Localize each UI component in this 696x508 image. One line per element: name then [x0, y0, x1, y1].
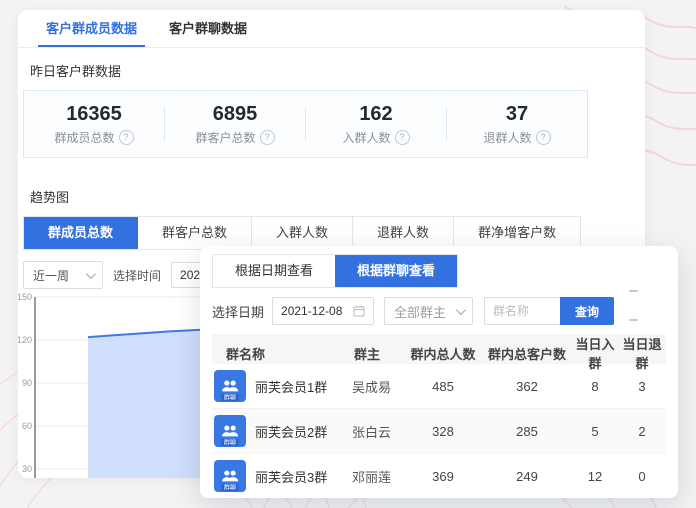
trend-tab-total-members[interactable]: 群成员总数 [24, 217, 139, 249]
group-owner: 张白云 [352, 424, 392, 440]
help-icon[interactable]: ? [394, 130, 410, 145]
joined-today: 5 [591, 423, 599, 439]
svg-text:90: 90 [22, 378, 32, 388]
left-today: 3 [638, 378, 646, 394]
yesterday-stats-box: 16365 群成员总数? 6895 群客户总数? 162 入群人数? 37 退群… [23, 90, 588, 158]
svg-text:60: 60 [22, 421, 32, 431]
panel-tab-by-date[interactable]: 根据日期查看 [213, 255, 335, 287]
group-chat-icon: 群聊 [214, 370, 246, 402]
main-tabbar: 客户群成员数据 客户群聊数据 [18, 10, 645, 48]
stat-value: 6895 [212, 103, 258, 125]
owner-select-value: 全部群主 [394, 304, 447, 320]
group-name-input[interactable] [484, 297, 561, 325]
panel-scrollbar[interactable] [629, 290, 638, 321]
col-total-customers: 群内总客户数 [487, 346, 566, 362]
col-owner: 群主 [354, 346, 381, 362]
help-icon[interactable]: ? [259, 130, 275, 145]
col-total-members: 群内总人数 [410, 346, 476, 362]
help-icon[interactable]: ? [118, 130, 134, 145]
col-left-today: 当日退群 [622, 337, 662, 371]
stat-label: 入群人数 [342, 131, 391, 145]
group-owner: 吴成易 [352, 379, 392, 395]
total-customers: 249 [516, 468, 538, 484]
col-joined-today: 当日入群 [575, 337, 615, 371]
total-customers: 285 [516, 423, 538, 439]
total-members: 485 [432, 378, 454, 394]
stat-total-customers: 6895 群客户总数? [165, 102, 305, 146]
group-badge: 群聊 [221, 393, 239, 402]
time-range-value: 近一周 [33, 268, 70, 283]
total-members: 328 [432, 423, 454, 439]
group-name: 丽芙会员2群 [255, 424, 328, 440]
stat-left: 37 退群人数? [447, 102, 587, 146]
search-button[interactable]: 查询 [560, 297, 615, 325]
joined-today: 8 [591, 378, 599, 394]
chevron-down-icon [455, 304, 466, 315]
panel-filter-row: 选择日期 2021-12-08 全部群主 查询 [212, 297, 666, 325]
calendar-icon [353, 305, 365, 317]
date-picker-input[interactable]: 2021-12-08 [272, 297, 375, 325]
left-today: 0 [638, 468, 646, 484]
stat-joined: 162 入群人数? [306, 102, 446, 146]
group-badge: 群聊 [221, 438, 239, 447]
trend-tab-net-growth[interactable]: 群净增客户数 [454, 217, 580, 249]
stat-total-members: 16365 群成员总数? [24, 102, 164, 146]
help-icon[interactable]: ? [535, 130, 551, 145]
stat-label: 群客户总数 [195, 131, 256, 145]
stat-label: 退群人数 [483, 131, 532, 145]
trend-metric-tabs: 群成员总数 群客户总数 入群人数 退群人数 群净增客户数 [23, 216, 582, 250]
panel-tab-by-group[interactable]: 根据群聊查看 [335, 255, 458, 287]
group-table: 群名称 群主 群内总人数 群内总客户数 当日入群 当日退群 群聊 丽芙会员1群 … [212, 334, 666, 498]
group-owner-select[interactable]: 全部群主 [384, 297, 474, 325]
time-picker-label: 选择时间 [113, 268, 162, 283]
chevron-down-icon [85, 268, 96, 279]
tab-group-member-data[interactable]: 客户群成员数据 [30, 10, 153, 47]
tab-group-chat-data[interactable]: 客户群聊数据 [153, 10, 263, 47]
total-members: 369 [432, 468, 454, 484]
joined-today: 12 [587, 468, 603, 484]
trend-tab-left[interactable]: 退群人数 [353, 217, 455, 249]
svg-text:150: 150 [18, 292, 32, 302]
svg-text:120: 120 [18, 335, 32, 345]
table-row: 群聊 丽芙会员3群 邓丽莲 369 249 12 0 [212, 454, 666, 498]
date-picker-label: 选择日期 [212, 304, 265, 320]
col-group-name: 群名称 [226, 346, 266, 362]
left-today: 2 [638, 423, 646, 439]
date-value: 2021-12-08 [281, 304, 343, 318]
table-header-row: 群名称 群主 群内总人数 群内总客户数 当日入群 当日退群 [212, 334, 666, 371]
group-detail-panel: 根据日期查看 根据群聊查看 选择日期 2021-12-08 全部群主 查询 群名… [200, 246, 678, 498]
yesterday-section-title: 昨日客户群数据 [30, 64, 122, 79]
trend-tab-joined[interactable]: 入群人数 [252, 217, 354, 249]
trend-tab-total-customers[interactable]: 群客户总数 [138, 217, 253, 249]
stat-label: 群成员总数 [54, 131, 115, 145]
group-chat-icon: 群聊 [214, 460, 246, 492]
stat-value: 162 [359, 103, 393, 125]
stat-value: 16365 [66, 103, 122, 125]
group-name: 丽芙会员3群 [255, 469, 328, 485]
stat-value: 37 [505, 103, 529, 125]
trend-section-title: 趋势图 [30, 190, 70, 205]
group-badge: 群聊 [221, 483, 239, 492]
panel-tabs: 根据日期查看 根据群聊查看 [212, 254, 459, 288]
group-name-search-group: 查询 [484, 297, 615, 325]
group-owner: 邓丽莲 [352, 469, 392, 485]
total-customers: 362 [516, 378, 538, 394]
group-name: 丽芙会员1群 [255, 379, 328, 395]
time-range-select[interactable]: 近一周 [23, 261, 103, 289]
group-chat-icon: 群聊 [214, 415, 246, 447]
svg-text:30: 30 [22, 464, 32, 474]
table-row: 群聊 丽芙会员2群 张白云 328 285 5 2 [212, 409, 666, 454]
